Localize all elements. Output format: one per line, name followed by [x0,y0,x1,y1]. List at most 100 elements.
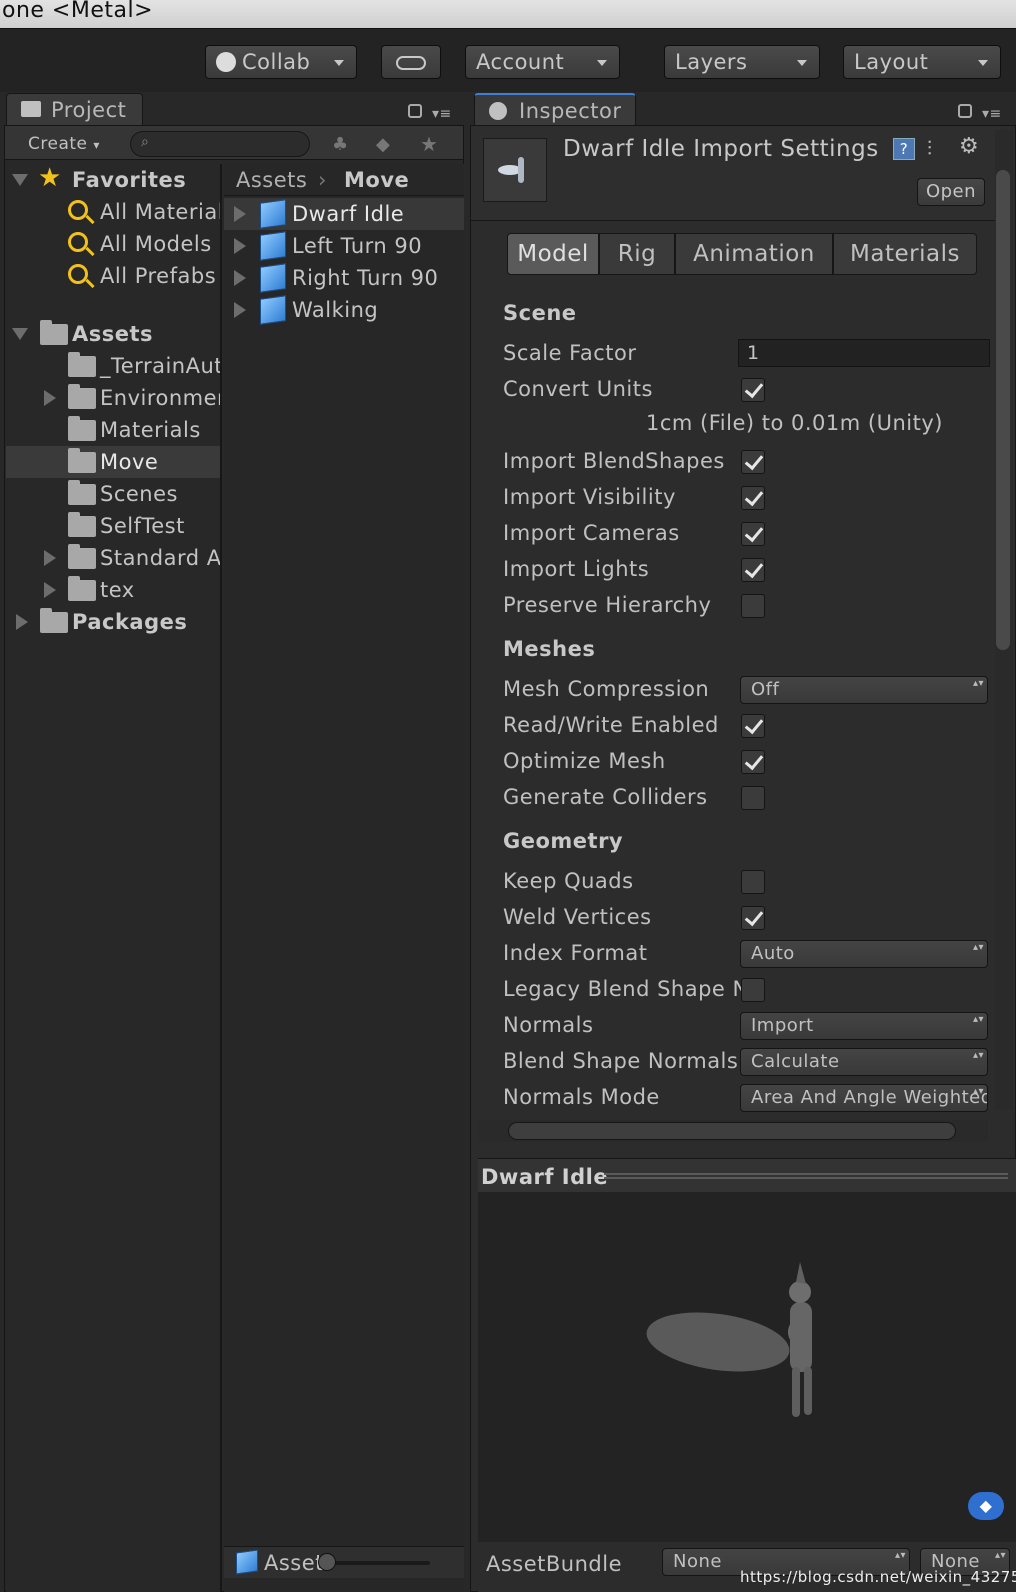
tab-rig[interactable]: Rig [599,233,675,275]
generate-colliders-checkbox[interactable] [741,786,765,810]
folder-icon [68,448,96,473]
label-icon[interactable]: ◆ [968,1492,1004,1520]
tree-item[interactable]: SelfTest [6,510,220,542]
slider-thumb[interactable] [318,1553,336,1571]
watermark: https://blog.csdn.net/weixin_43275631 [740,1568,1016,1586]
breadcrumb-current[interactable]: Move [344,164,409,196]
open-button[interactable]: Open [917,178,985,206]
tree-item[interactable]: Standard As [6,542,220,574]
folder-icon [68,384,96,409]
import-blendshapes-checkbox[interactable] [741,450,765,474]
convert-units-checkbox[interactable] [741,378,765,402]
tab-inspector[interactable]: Inspector [474,93,636,127]
filter-type-icon[interactable]: ♣ [332,134,349,155]
list-item-selected[interactable]: Dwarf Idle [224,198,464,230]
tree-item[interactable]: Scenes [6,478,220,510]
project-footer: Asset [224,1546,464,1578]
legacy-blend-checkbox[interactable] [741,978,765,1002]
tree-item[interactable]: Environmer [6,382,220,414]
breadcrumb-root[interactable]: Assets [236,164,307,196]
create-button[interactable]: Create ▾ [10,132,106,156]
import-lights-checkbox[interactable] [741,558,765,582]
menu-icon[interactable]: ▾≡ [432,106,452,122]
read-write-label: Read/Write Enabled [503,713,719,737]
blend-shape-normals-select[interactable]: Calculate [740,1048,988,1076]
chevron-down-icon [597,60,607,66]
expand-icon[interactable] [16,614,28,630]
tree-favorites[interactable]: ★ Favorites [6,164,220,196]
account-button[interactable]: Account [465,45,620,79]
chevron-down-icon [334,60,344,66]
list-item[interactable]: Right Turn 90 [224,262,464,294]
lock-icon[interactable] [958,104,972,118]
tree-assets[interactable]: Assets [6,318,220,350]
scrollbar-thumb[interactable] [996,170,1010,650]
expand-icon[interactable] [12,174,28,186]
tab-project[interactable]: Project [6,93,143,127]
scale-factor-input[interactable]: 1 [738,339,990,367]
tab-animation[interactable]: Animation [675,233,833,275]
import-blendshapes-label: Import BlendShapes [503,449,725,473]
tag-icon[interactable]: ◆ [376,134,390,155]
help-icon[interactable]: ? [893,138,915,160]
import-visibility-checkbox[interactable] [741,486,765,510]
expand-icon[interactable] [44,390,56,406]
tree-item[interactable]: tex [6,574,220,606]
import-cameras-checkbox[interactable] [741,522,765,546]
read-write-checkbox[interactable] [741,714,765,738]
layers-button[interactable]: Layers [664,45,820,79]
expand-icon[interactable] [12,328,28,340]
optimize-mesh-checkbox[interactable] [741,750,765,774]
zoom-slider[interactable] [320,1561,430,1565]
search-icon [68,200,88,220]
folder-icon [40,320,68,345]
list-item[interactable]: Walking [224,294,464,326]
drag-handle[interactable] [604,1173,1008,1179]
tree-packages[interactable]: Packages [6,606,220,638]
expand-icon[interactable] [234,206,246,222]
search-input[interactable]: ⌕ [130,131,310,157]
toolbar: Collab Account Layers Layout [0,28,1016,92]
cloud-icon [396,56,426,70]
tree-item[interactable]: All Materials [6,196,220,228]
preserve-hierarchy-checkbox[interactable] [741,594,765,618]
scrollbar-thumb[interactable] [508,1122,956,1140]
expand-icon[interactable] [44,582,56,598]
gear-icon[interactable]: ⚙ [959,134,979,159]
star-icon[interactable]: ★ [420,132,438,156]
weld-vertices-checkbox[interactable] [741,906,765,930]
preset-icon[interactable]: ⫶ [927,136,933,160]
tree-item-selected[interactable]: Move [6,446,220,478]
expand-icon[interactable] [44,550,56,566]
window-title: one <Metal> [0,0,1016,28]
normals-mode-select[interactable]: Area And Angle Weighted [740,1084,988,1112]
tree-item[interactable]: Materials [6,414,220,446]
normals-select[interactable]: Import [740,1012,988,1040]
lock-icon[interactable] [408,104,422,118]
tree-item[interactable]: _TerrainAut [6,350,220,382]
section-geometry: Geometry [503,829,624,853]
tab-model[interactable]: Model [507,233,599,275]
collab-button[interactable]: Collab [205,45,357,79]
model-preview[interactable]: ◆ [478,1192,1016,1542]
layout-button[interactable]: Layout [843,45,1001,79]
mesh-compression-select[interactable]: Off [740,676,988,704]
tab-materials[interactable]: Materials [833,233,977,275]
expand-icon[interactable] [234,238,246,254]
folder-icon [68,576,96,601]
folder-tree: ★ Favorites All Materials All Models All… [6,164,222,1592]
menu-icon[interactable]: ▾≡ [982,106,1002,122]
tree-item[interactable]: All Prefabs [6,260,220,292]
cloud-button[interactable] [381,45,441,79]
index-format-select[interactable]: Auto [740,940,988,968]
keep-quads-label: Keep Quads [503,869,634,893]
section-meshes: Meshes [503,637,596,661]
preview-title: Dwarf Idle [481,1165,609,1189]
list-item[interactable]: Left Turn 90 [224,230,464,262]
expand-icon[interactable] [234,302,246,318]
search-icon [68,232,88,252]
scale-factor-label: Scale Factor [503,341,637,365]
keep-quads-checkbox[interactable] [741,870,765,894]
tree-item[interactable]: All Models [6,228,220,260]
expand-icon[interactable] [234,270,246,286]
